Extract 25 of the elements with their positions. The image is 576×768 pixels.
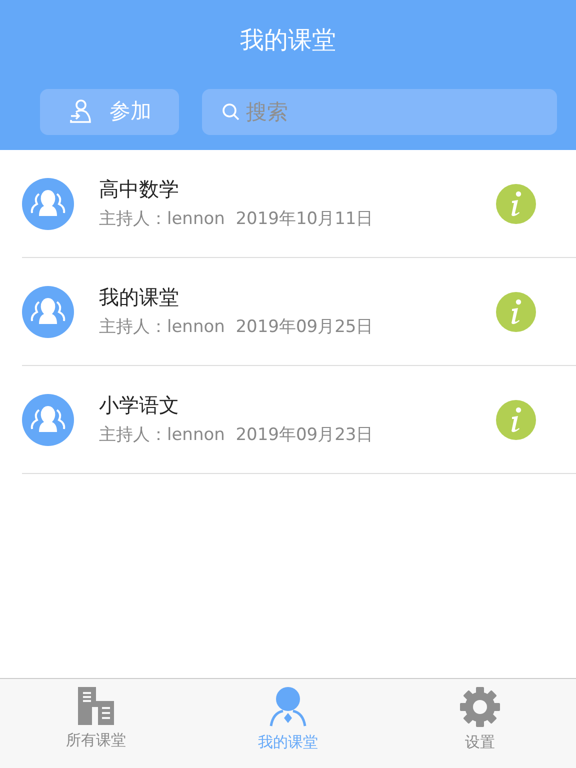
host-date-text: 主持人：lennon 2019年09月25日 (99, 316, 374, 339)
group-avatar-icon (22, 286, 74, 338)
info-icon[interactable] (496, 292, 536, 332)
class-name: 我的课堂 (99, 284, 180, 311)
settings-icon (460, 687, 500, 727)
person-icon (269, 687, 307, 727)
user-join-icon (68, 99, 94, 125)
join-button[interactable]: 参加 (40, 89, 179, 135)
info-icon[interactable] (496, 184, 536, 224)
page-title: 我的课堂 (239, 25, 337, 56)
group-avatar-icon (22, 178, 74, 230)
host-date-text: 主持人：lennon 2019年10月11日 (99, 208, 374, 231)
class-name: 高中数学 (99, 176, 180, 203)
class-row[interactable]: 我的课堂 主持人：lennon 2019年09月25日 (22, 258, 576, 366)
group-avatar-icon (22, 394, 74, 446)
info-icon[interactable] (496, 400, 536, 440)
class-name: 小学语文 (99, 392, 180, 419)
tab-bar-item[interactable]: 设置 (384, 679, 576, 768)
class-row[interactable]: 高中数学 主持人：lennon 2019年10月11日 (22, 150, 576, 258)
tab-bar-item[interactable]: 我的课堂 (192, 679, 384, 768)
search-field[interactable]: 搜索 (202, 89, 557, 135)
class-row[interactable]: 小学语文 主持人：lennon 2019年09月23日 (22, 366, 576, 474)
building-icon (78, 687, 114, 725)
host-date-text: 主持人：lennon 2019年09月23日 (99, 424, 374, 447)
tab-bar-item[interactable]: 所有课堂 (0, 679, 192, 768)
